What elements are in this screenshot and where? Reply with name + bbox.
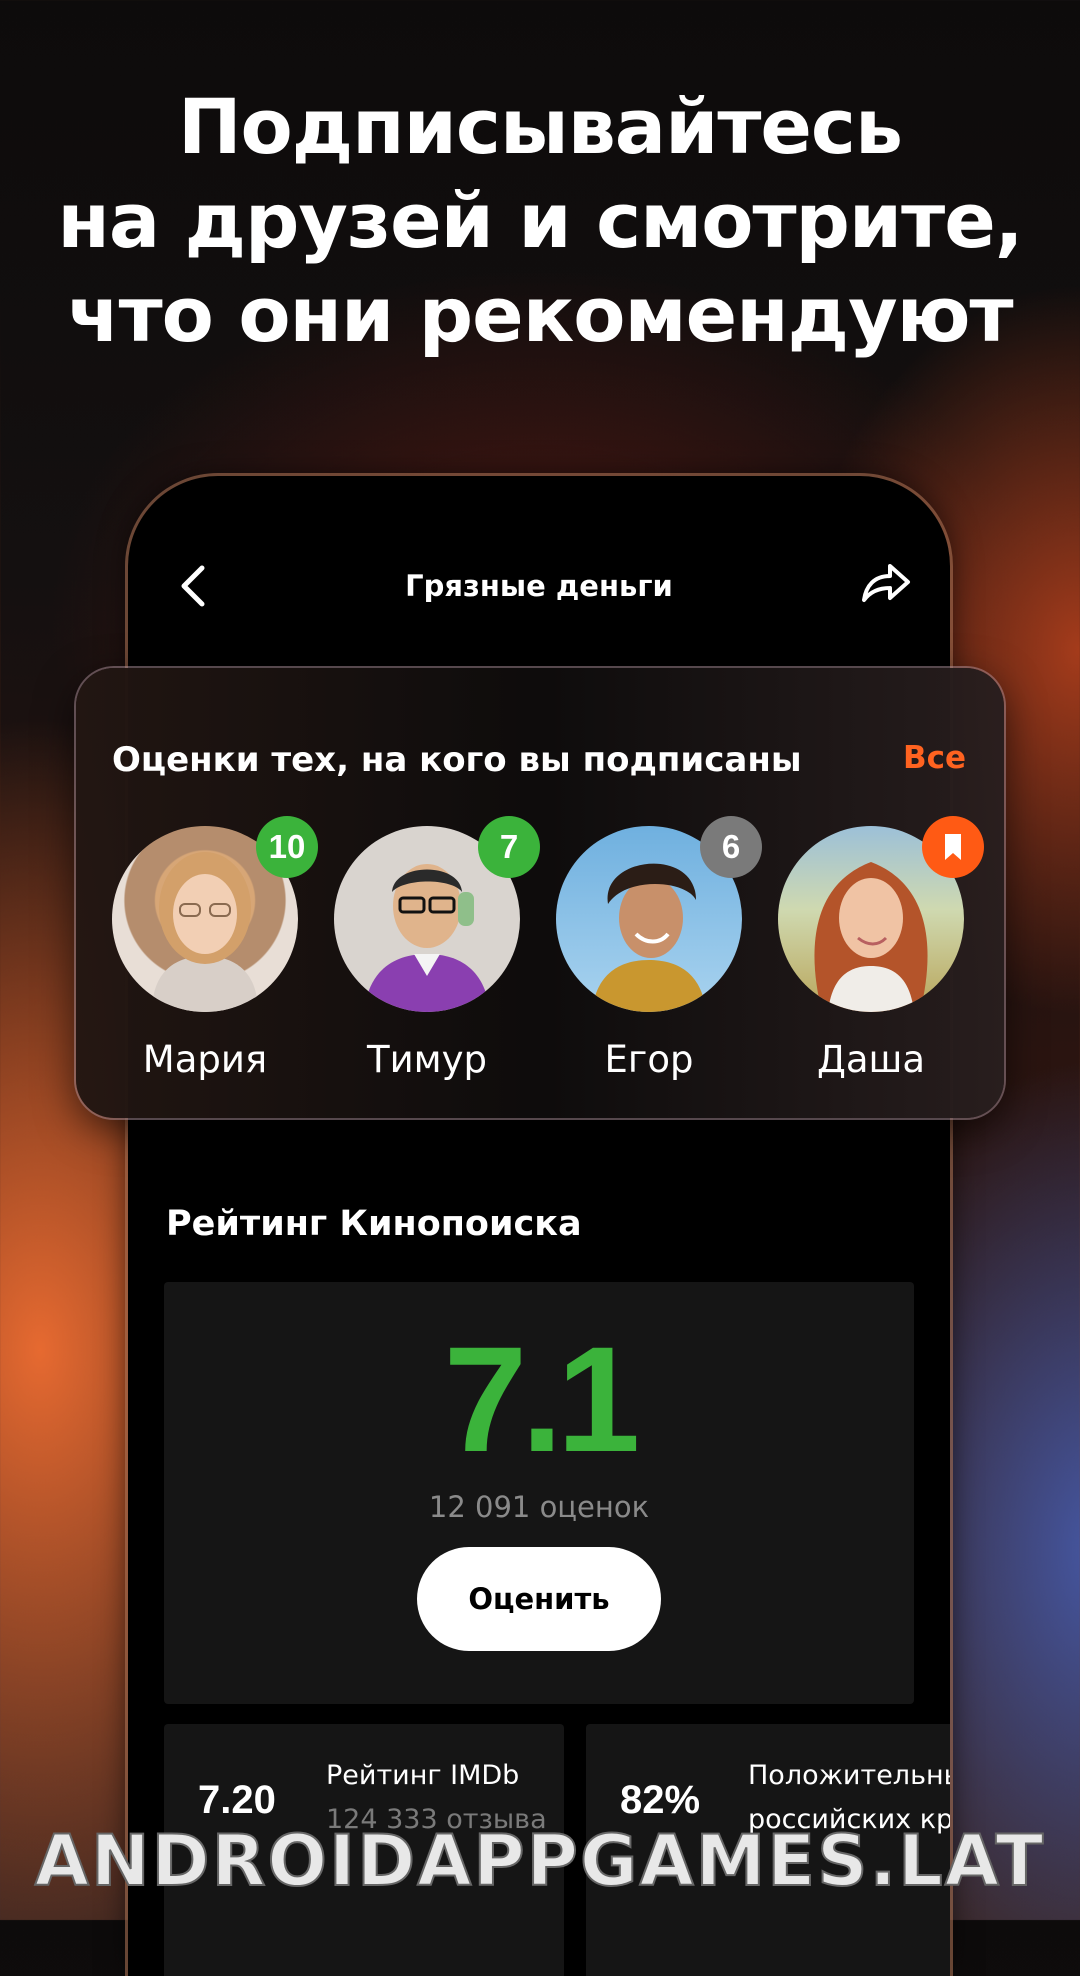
kinopoisk-rating-value: 7.1 bbox=[443, 1315, 641, 1483]
rate-button[interactable]: Оценить bbox=[417, 1547, 661, 1651]
headline: Подписывайтесь на друзей и смотрите, что… bbox=[0, 80, 1080, 362]
friend-dasha[interactable]: Даша bbox=[766, 816, 984, 1096]
rating-badge: 10 bbox=[256, 816, 318, 878]
headline-line-1: Подписывайтесь bbox=[177, 82, 903, 171]
friends-ratings-title: Оценки тех, на кого вы подписаны bbox=[112, 740, 802, 780]
bookmark-icon bbox=[945, 834, 961, 860]
kinopoisk-rating-card: 7.1 12 091 оценок Оценить bbox=[164, 1282, 914, 1704]
critics-rating-value: 82% bbox=[620, 1778, 701, 1822]
friend-egor[interactable]: 6 Егор bbox=[544, 816, 762, 1096]
bookmark-badge bbox=[922, 816, 984, 878]
share-arrow-icon bbox=[862, 564, 910, 602]
headline-line-2: на друзей и смотрите, bbox=[57, 176, 1023, 265]
friend-name: Мария bbox=[142, 1038, 268, 1081]
friend-timur[interactable]: 7 Тимур bbox=[322, 816, 540, 1096]
headline-line-3: что они рекомендуют bbox=[67, 270, 1013, 359]
kinopoisk-rating-heading: Рейтинг Кинопоиска bbox=[166, 1204, 582, 1244]
kinopoisk-rating-count: 12 091 оценок bbox=[428, 1490, 650, 1524]
see-all-link[interactable]: Все bbox=[903, 740, 966, 776]
movie-title: Грязные деньги bbox=[405, 569, 673, 603]
critics-rating-label: Положительны bbox=[748, 1760, 950, 1791]
imdb-rating-label: Рейтинг IMDb bbox=[326, 1760, 520, 1791]
watermark: ANDROIDAPPGAMES.LAT bbox=[34, 1819, 1046, 1903]
share-button[interactable] bbox=[858, 554, 914, 610]
friend-maria[interactable]: 10 Мария bbox=[100, 816, 318, 1096]
rating-badge: 7 bbox=[478, 816, 540, 878]
friend-name: Даша bbox=[816, 1038, 926, 1081]
friends-ratings-panel: Оценки тех, на кого вы подписаны Все 10 … bbox=[76, 668, 1004, 1118]
rating-badge: 6 bbox=[700, 816, 762, 878]
imdb-rating-value: 7.20 bbox=[198, 1778, 276, 1822]
friend-name: Егор bbox=[604, 1038, 694, 1081]
friend-name: Тимур bbox=[367, 1038, 487, 1081]
